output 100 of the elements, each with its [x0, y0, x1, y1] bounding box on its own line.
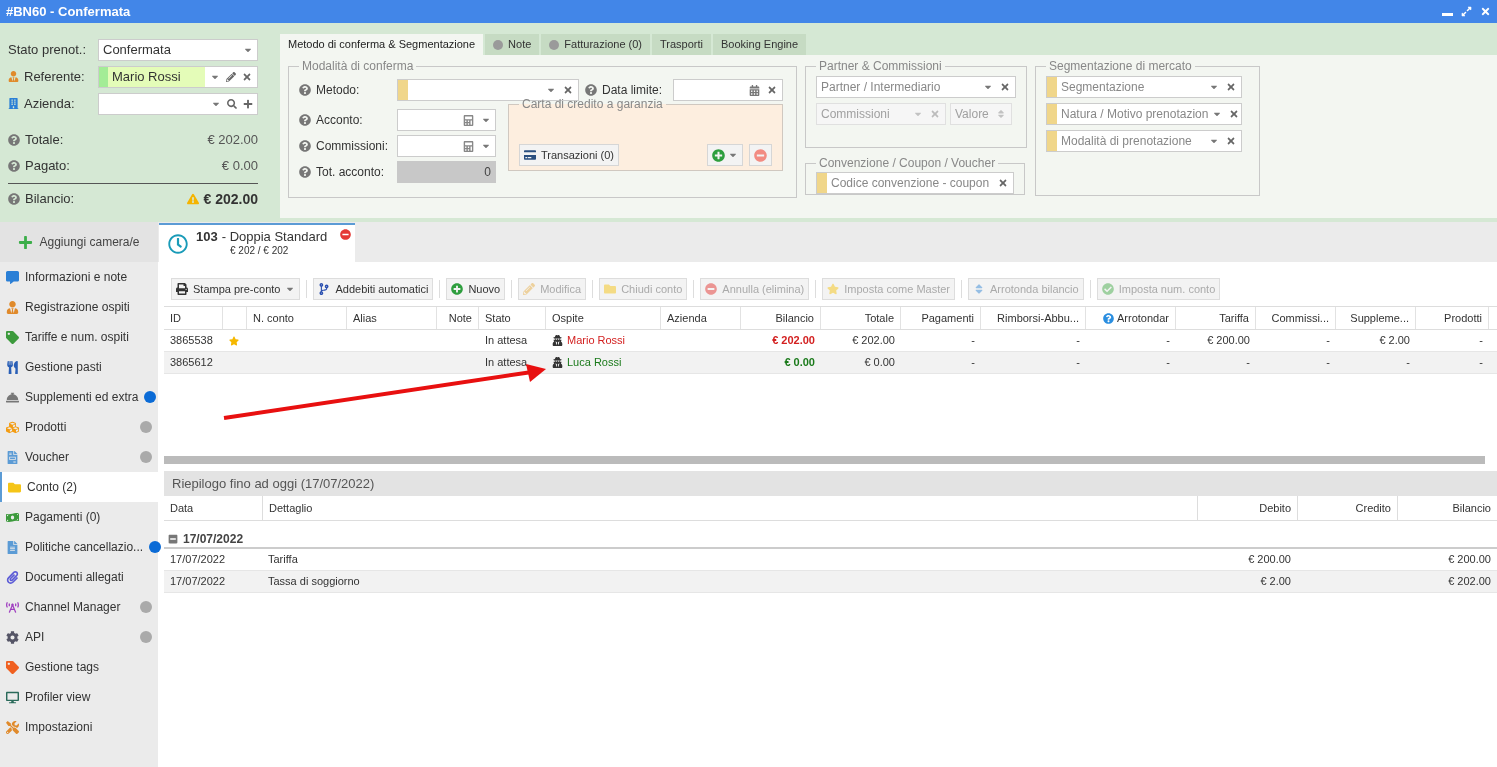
table-cell-text: -	[1479, 333, 1483, 349]
maximize-icon	[1461, 6, 1472, 17]
add-room-button[interactable]: Aggiungi camera/e	[0, 222, 158, 262]
tab[interactable]: Note	[485, 34, 540, 55]
room-name: - Doppia Standard	[221, 229, 328, 244]
column-header[interactable]: Arrotondar	[1117, 309, 1169, 327]
remove-button[interactable]	[749, 144, 772, 166]
sidebar-item[interactable]: Impostazioni	[0, 712, 158, 742]
clear-icon	[242, 71, 252, 82]
column-header[interactable]: Tariffa	[1219, 309, 1249, 327]
sidebar-item[interactable]: Registrazione ospiti	[0, 292, 158, 322]
column-header[interactable]: Dettaglio	[269, 499, 313, 517]
column-header[interactable]: Suppleme...	[1350, 309, 1409, 327]
help-icon	[8, 193, 20, 205]
column-header[interactable]: Totale	[864, 309, 894, 327]
required-marker	[398, 80, 408, 100]
clear-icon	[563, 85, 573, 95]
column-header[interactable]: Bilancio	[775, 309, 814, 327]
help-icon	[299, 114, 311, 126]
date-field[interactable]	[673, 79, 783, 101]
column-header[interactable]: N. conto	[253, 309, 294, 327]
segmentation-select[interactable]: Natura / Motivo prenotazion	[1046, 103, 1242, 125]
table-cell-text: -	[971, 333, 975, 349]
star-icon	[229, 335, 239, 346]
remove-icon	[340, 229, 352, 240]
table-cell-text: -	[1076, 333, 1080, 349]
toolbar-button[interactable]: Nuovo	[446, 278, 506, 300]
column-header[interactable]: Stato	[485, 309, 511, 327]
column-header[interactable]: Alias	[353, 309, 377, 327]
tab[interactable]: Metodo di conferma & Segmentazione	[280, 34, 484, 55]
toolbar-button[interactable]: Addebiti automatici	[313, 278, 434, 300]
contact-field[interactable]: Mario Rossi	[98, 65, 258, 88]
column-header[interactable]: Credito	[1355, 499, 1391, 517]
table-cell-text: -	[1326, 333, 1330, 349]
table-cell-text: Luca Rossi	[567, 355, 622, 371]
total-value: € 202.00	[207, 131, 258, 150]
sidebar-item[interactable]: Informazioni e note	[0, 262, 158, 292]
sidebar-item[interactable]: Gestione tags	[0, 652, 158, 682]
sidebar-item[interactable]: Prodotti	[0, 412, 158, 442]
column-header[interactable]: Rimborsi-Abbu...	[997, 309, 1079, 327]
table-cell-text: € 202.00	[1448, 574, 1491, 590]
sidebar-item[interactable]: Voucher	[0, 442, 158, 472]
table-cell-text: Tariffa	[268, 552, 298, 568]
clear-icon	[1226, 136, 1236, 146]
partner-select[interactable]: Partner / Intermediario	[816, 76, 1016, 98]
pencil-icon	[523, 283, 536, 295]
required-marker	[1047, 131, 1057, 151]
amount-field[interactable]	[397, 109, 496, 131]
gear-icon	[6, 630, 19, 644]
column-header[interactable]: Prodotti	[1444, 309, 1482, 327]
column-header[interactable]: Bilancio	[1452, 499, 1491, 517]
field-label: Tot. acconto:	[316, 164, 385, 181]
sidebar-item[interactable]: API	[0, 622, 158, 652]
person-icon	[6, 300, 19, 314]
tab[interactable]: Fatturazione (0)	[541, 34, 650, 55]
column-header[interactable]: Note	[448, 309, 472, 327]
toolbar-button[interactable]: Stampa pre-conto	[171, 278, 301, 300]
column-header[interactable]: Commissi...	[1271, 309, 1329, 327]
table-cell-text: € 2.00	[1260, 574, 1291, 590]
tab[interactable]: Booking Engine	[713, 34, 807, 55]
boxes-icon	[6, 420, 19, 434]
column-header[interactable]: Debito	[1259, 499, 1291, 517]
table-cell-text: € 0.00	[864, 355, 895, 371]
help-icon	[299, 140, 311, 152]
coupon-field[interactable]: Codice convenzione - coupon	[816, 172, 1014, 194]
sidebar-item[interactable]: Conto (2)	[0, 472, 158, 502]
plus-icon	[243, 98, 253, 109]
total-label: Totale:	[25, 131, 65, 150]
sidebar-item[interactable]: Pagamenti (0)	[0, 502, 158, 532]
sidebar-item[interactable]: Documenti allegati	[0, 562, 158, 592]
sidebar-item[interactable]: Profiler view	[0, 682, 158, 712]
method-select[interactable]	[397, 79, 579, 101]
transactions-button[interactable]: Transazioni (0)	[519, 144, 619, 166]
plus-icon	[18, 234, 34, 250]
company-field[interactable]	[98, 92, 258, 115]
column-header[interactable]: ID	[170, 309, 181, 327]
clear-icon	[767, 85, 777, 95]
status-select[interactable]: Confermata	[98, 38, 258, 61]
segmentation-select[interactable]: Modalità di prenotazione	[1046, 130, 1242, 152]
table-cell-text: -	[1326, 355, 1330, 371]
table-cell-text: Mario Rossi	[567, 333, 626, 349]
column-header[interactable]: Pagamenti	[921, 309, 974, 327]
clear-icon	[998, 178, 1008, 188]
group-legend: Segmentazione di mercato	[1046, 57, 1195, 75]
add-dropdown-button[interactable]	[707, 144, 743, 166]
paperclip-icon	[6, 570, 19, 584]
sidebar-item[interactable]: Supplementi ed extra	[0, 382, 158, 412]
table-cell-text: € 200.00	[1207, 333, 1250, 349]
tab[interactable]: Trasporti	[652, 34, 711, 55]
room-tab[interactable]: 103 - Doppia Standard € 202 / € 202	[159, 223, 356, 262]
sidebar-item[interactable]: Politiche cancellazio...	[0, 532, 158, 562]
sidebar-item[interactable]: Gestione pasti	[0, 352, 158, 382]
column-header[interactable]: Data	[170, 499, 194, 517]
table-cell-text: € 2.00	[1379, 333, 1410, 349]
amount-field[interactable]	[397, 135, 496, 157]
segmentation-select[interactable]: Segmentazione	[1046, 76, 1242, 98]
sidebar-item[interactable]: Channel Manager	[0, 592, 158, 622]
column-header[interactable]: Ospite	[552, 309, 584, 327]
column-header[interactable]: Azienda	[667, 309, 707, 327]
sidebar-item[interactable]: Tariffe e num. ospiti	[0, 322, 158, 352]
